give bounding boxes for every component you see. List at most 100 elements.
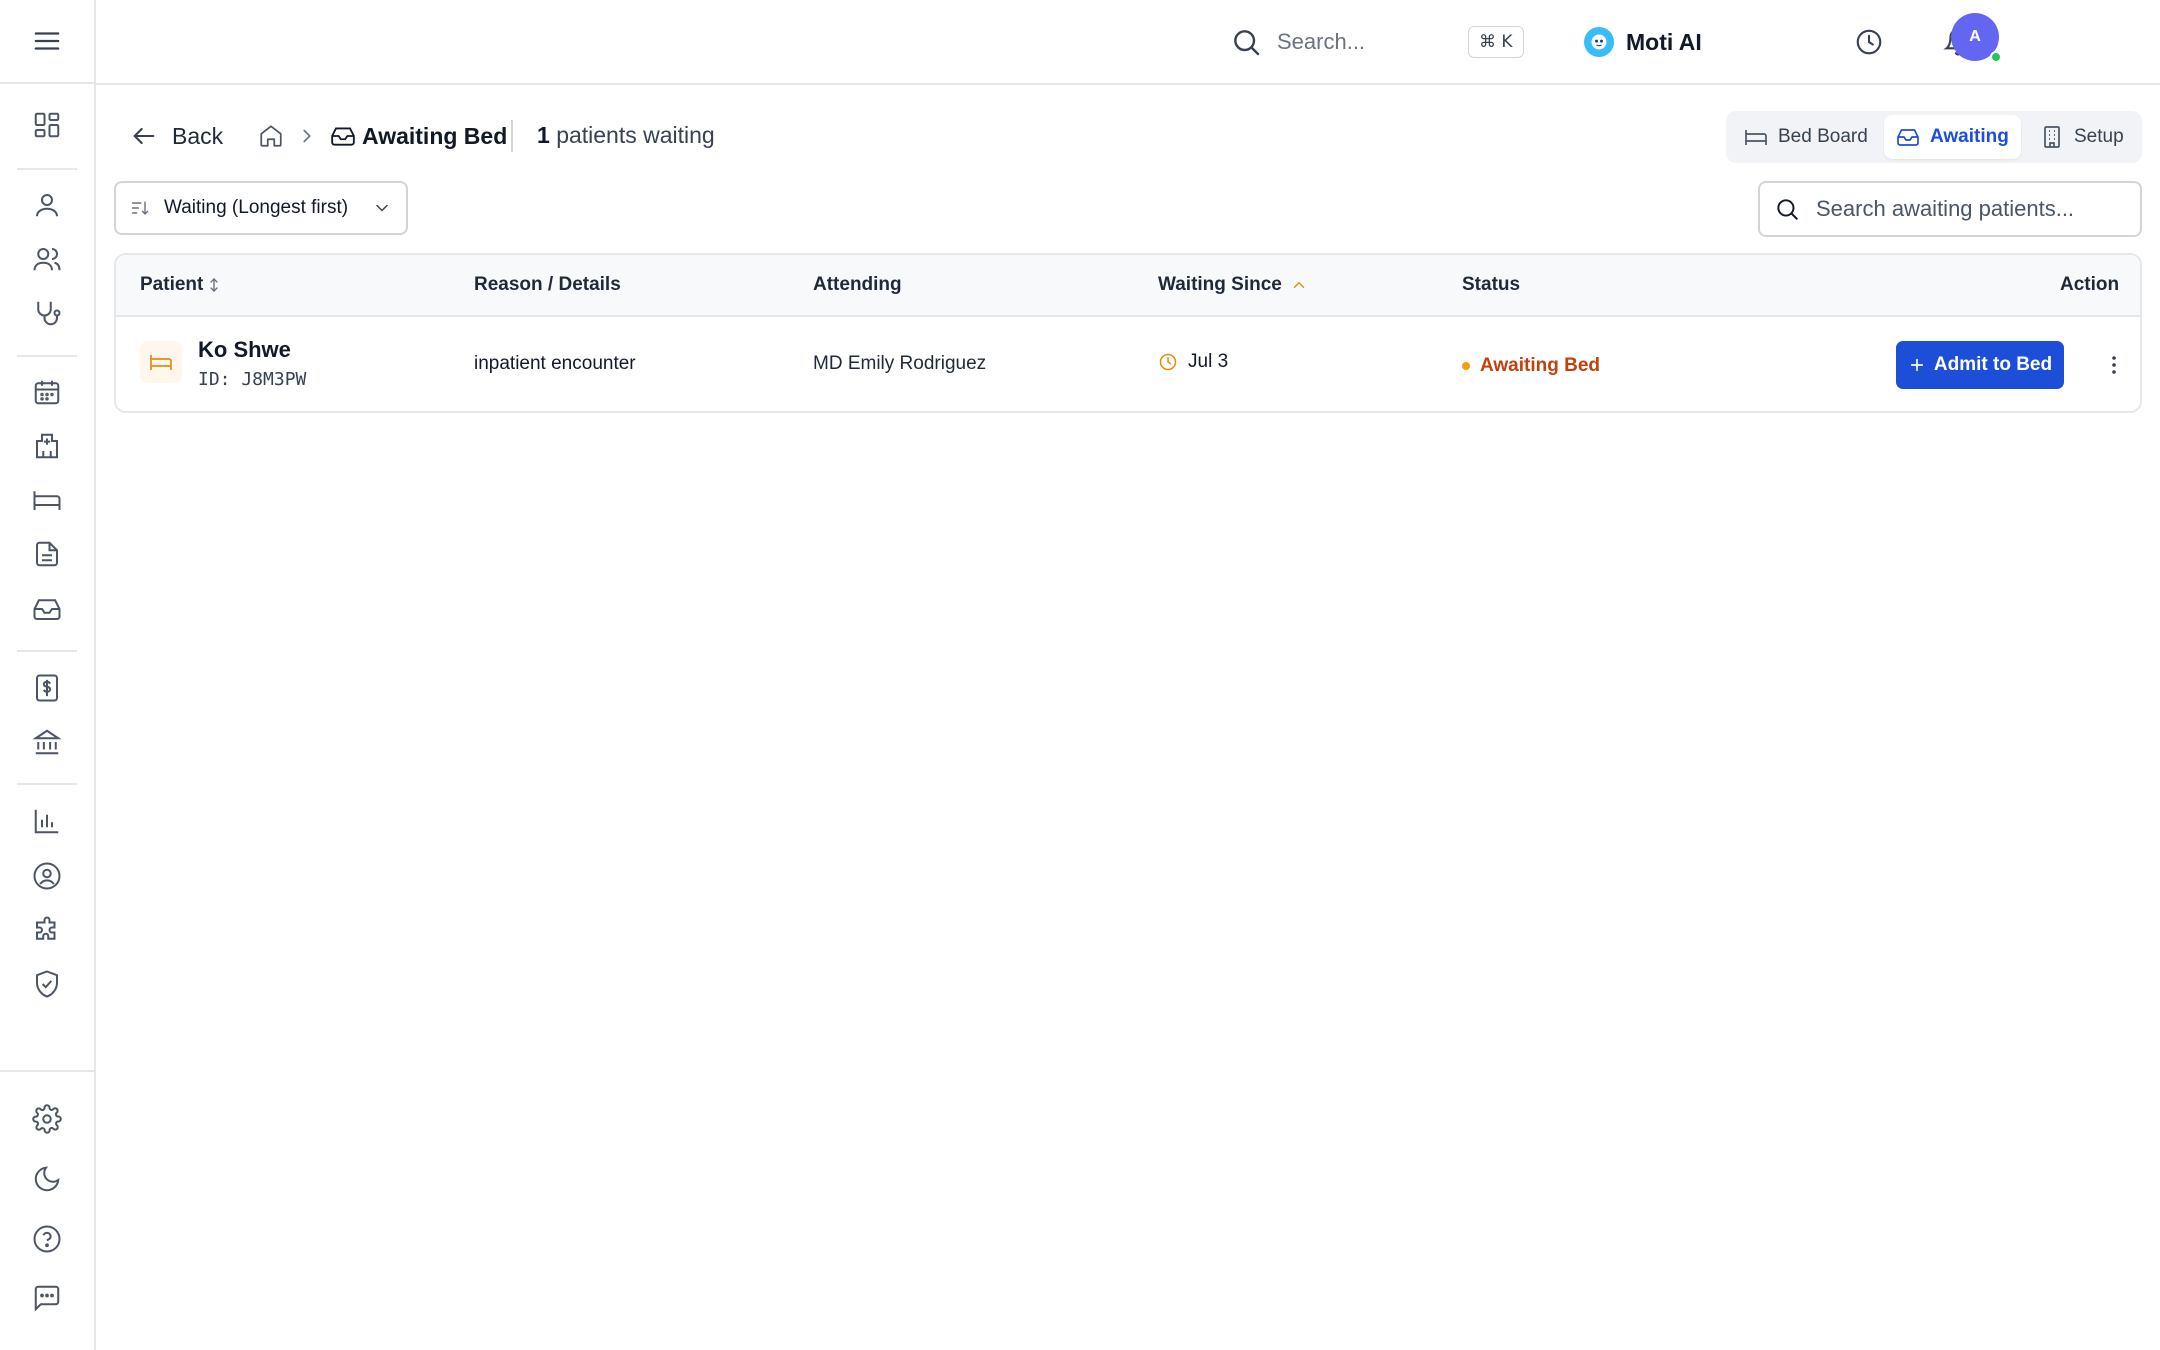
- sidebar: [0, 0, 96, 1350]
- sidebar-item-patient[interactable]: [27, 185, 67, 225]
- dashboard-icon: [32, 110, 62, 140]
- more-vertical-icon: [2102, 353, 2126, 377]
- row-actions-button[interactable]: [2096, 347, 2132, 383]
- chat-icon: [32, 1283, 62, 1313]
- status-badge: Awaiting Bed: [1462, 355, 1600, 377]
- column-attending: Attending: [813, 255, 902, 315]
- sidebar-item-documents[interactable]: [27, 534, 67, 574]
- sidebar-item-calendar[interactable]: [27, 372, 67, 412]
- sort-select-value: Waiting (Longest first): [164, 197, 349, 218]
- billing-icon: [32, 673, 62, 703]
- bank-icon: [32, 727, 62, 757]
- sidebar-item-account[interactable]: [27, 856, 67, 896]
- stethoscope-icon: [32, 298, 62, 328]
- sidebar-item-feedback[interactable]: [27, 1278, 67, 1318]
- column-status-label: Status: [1462, 274, 1521, 295]
- menu-toggle-button[interactable]: [0, 0, 94, 84]
- column-waiting-since[interactable]: Waiting Since: [1158, 255, 1308, 315]
- sidebar-item-settings[interactable]: [27, 1099, 67, 1139]
- tab-awaiting-label: Awaiting: [1930, 126, 2009, 147]
- sidebar-item-beds[interactable]: [27, 480, 67, 520]
- plus-icon: [1908, 356, 1926, 374]
- waiting-since-value: Jul 3: [1188, 351, 1229, 372]
- chevron-right-icon: [296, 125, 318, 147]
- sidebar-item-inbox[interactable]: [27, 589, 67, 629]
- tab-bed-board[interactable]: Bed Board: [1732, 115, 1880, 159]
- sidebar-divider: [17, 355, 77, 357]
- search-shortcut-badge: ⌘ K: [1468, 26, 1524, 58]
- column-attending-label: Attending: [813, 274, 902, 295]
- status-text: Awaiting Bed: [1480, 355, 1600, 376]
- hospital-icon: [32, 431, 62, 461]
- waiting-count: 1 patients waiting: [537, 122, 715, 149]
- column-reason-label: Reason / Details: [474, 274, 621, 295]
- arrow-left-icon: [130, 122, 158, 150]
- table-header: Patient Reason / Details Attending Waiti…: [116, 255, 2140, 317]
- sidebar-item-theme[interactable]: [27, 1159, 67, 1199]
- document-icon: [32, 539, 62, 569]
- admit-to-bed-button[interactable]: Admit to Bed: [1896, 341, 2064, 389]
- user-circle-icon: [32, 861, 62, 891]
- patient-id: ID: J8M3PW: [198, 369, 307, 390]
- moti-ai-button[interactable]: Moti AI: [1584, 24, 1702, 60]
- table-row[interactable]: Ko Shwe ID: J8M3PW inpatient encounter M…: [116, 317, 2140, 411]
- clock-icon: [1158, 352, 1178, 372]
- chevron-up-icon: [1290, 276, 1308, 294]
- back-label: Back: [172, 122, 224, 149]
- chart-icon: [32, 806, 62, 836]
- sidebar-divider: [17, 168, 77, 170]
- tab-setup[interactable]: Setup: [2028, 115, 2136, 159]
- history-button[interactable]: [1851, 24, 1887, 60]
- column-status: Status: [1462, 255, 1520, 315]
- column-patient[interactable]: Patient: [140, 255, 221, 315]
- sidebar-item-billing[interactable]: [27, 668, 67, 708]
- patient-search[interactable]: [1758, 181, 2142, 237]
- sidebar-item-help[interactable]: [27, 1219, 67, 1259]
- building-icon: [2040, 125, 2064, 149]
- attending-cell: MD Emily Rodriguez: [813, 353, 987, 374]
- inbox-icon: [32, 594, 62, 624]
- sidebar-item-clinical[interactable]: [27, 293, 67, 333]
- sidebar-item-integrations[interactable]: [27, 910, 67, 950]
- inbox-icon: [1896, 125, 1920, 149]
- patient-name[interactable]: Ko Shwe: [198, 337, 291, 363]
- chevron-down-icon: [372, 198, 392, 218]
- column-waiting-since-label: Waiting Since: [1158, 274, 1282, 295]
- sidebar-item-finance[interactable]: [27, 722, 67, 762]
- patient-search-input[interactable]: [1816, 196, 2116, 222]
- back-button[interactable]: Back: [130, 118, 223, 154]
- tab-awaiting[interactable]: Awaiting: [1884, 115, 2021, 159]
- global-search[interactable]: Search...: [1230, 22, 1620, 62]
- sidebar-item-hospital[interactable]: [27, 426, 67, 466]
- home-icon[interactable]: [258, 123, 284, 149]
- bed-icon: [149, 350, 173, 374]
- tab-bed-board-label: Bed Board: [1778, 126, 1868, 147]
- clock-icon: [1854, 27, 1884, 57]
- bed-icon: [1744, 125, 1768, 149]
- waiting-since-cell: Jul 3: [1158, 351, 1228, 373]
- sort-icon: [207, 276, 221, 294]
- moti-ai-label: Moti AI: [1626, 28, 1702, 55]
- status-dot: [1462, 362, 1470, 370]
- sidebar-item-patients[interactable]: [27, 239, 67, 279]
- column-patient-label: Patient: [140, 274, 204, 295]
- header-divider: [511, 120, 513, 152]
- settings-icon: [32, 1104, 62, 1134]
- patient-bed-badge: [140, 341, 182, 383]
- search-icon: [1774, 196, 1800, 222]
- sort-select[interactable]: Waiting (Longest first): [114, 181, 408, 235]
- reason-cell: inpatient encounter: [474, 353, 636, 374]
- global-search-placeholder[interactable]: Search...: [1277, 29, 1457, 55]
- sort-descending-icon: [130, 198, 150, 218]
- sidebar-item-security[interactable]: [27, 964, 67, 1004]
- sidebar-item-dashboard[interactable]: [27, 105, 67, 145]
- calendar-icon: [32, 377, 62, 407]
- menu-icon: [32, 26, 62, 56]
- breadcrumb: Awaiting Bed: [258, 118, 507, 154]
- waiting-count-value: 1: [537, 122, 550, 148]
- sidebar-item-reports[interactable]: [27, 801, 67, 841]
- sidebar-divider: [17, 783, 77, 785]
- sidebar-divider: [17, 650, 77, 652]
- bed-icon: [32, 485, 62, 515]
- users-icon: [32, 244, 62, 274]
